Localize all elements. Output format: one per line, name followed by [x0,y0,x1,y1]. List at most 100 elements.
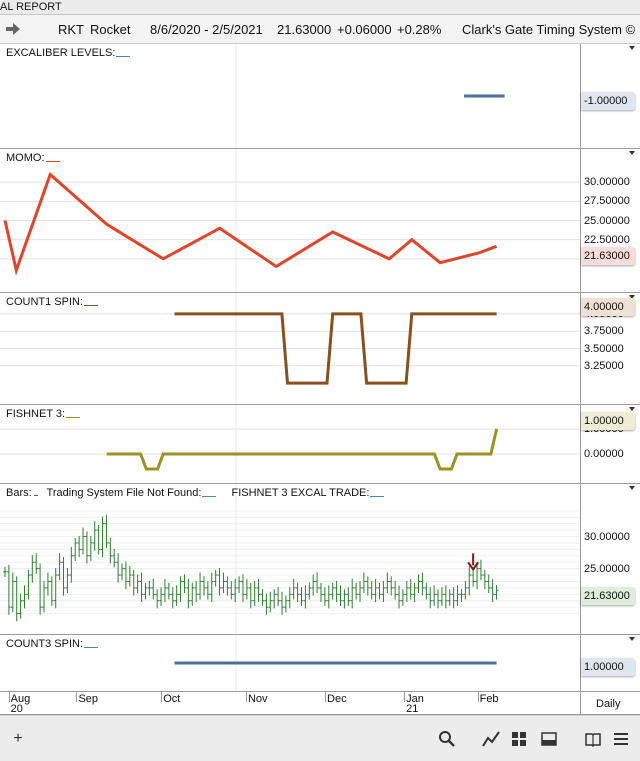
price-bar [57,553,62,581]
price-bar [490,578,495,603]
last-value-badge: 21.63000 [581,587,635,605]
price-bar [112,548,117,568]
price-bar [163,578,167,603]
last-price: 21.63000 [277,22,332,37]
price-bar [303,585,308,609]
price-bar [81,527,85,555]
price-bar [389,576,394,596]
month-separator [76,692,78,702]
price-bar [221,572,226,594]
price-bar [206,580,210,600]
search-icon[interactable] [438,730,456,748]
chevron-down-icon[interactable] [629,151,635,155]
price-bar [428,587,433,609]
chevron-down-icon[interactable] [629,486,635,490]
period-selector[interactable]: Daily [596,698,620,710]
price-bar [479,559,483,581]
price-bar [284,595,288,613]
x-year-label: 20 [10,703,23,715]
price-bar [116,553,120,583]
x-tick-label: Sep [78,693,99,705]
month-separator [8,692,10,702]
bottom-toolbar: + [0,715,640,761]
price-bar [323,587,327,606]
panel-title: Bars: Trading System File Not Found: FIS… [6,487,385,499]
price-bar [369,580,374,600]
book-icon[interactable] [584,730,602,748]
price-bar [338,585,343,606]
price-bar [143,582,148,600]
price-bar [424,582,429,600]
price-bar [260,589,265,606]
price-bar [178,576,183,603]
menu-icon[interactable] [612,730,630,748]
price-change-pct: +0.28% [397,22,442,37]
y-tick-label: 30.00000 [584,530,630,543]
price-bar [362,572,366,594]
price-bar [264,593,269,615]
price-bar [139,572,144,603]
y-tick-label: 27.50000 [584,195,630,208]
add-icon[interactable]: + [9,730,27,748]
fishnet-panel[interactable]: FISHNET 3: 1.000000.00000 1.00000 [0,405,640,484]
count1-spin-panel[interactable]: COUNT1 SPIN: 4.00000 3.75000 3.50000 3.2500… [0,293,640,405]
window-title: AL REPORT [0,1,62,13]
price-bar [381,580,386,603]
price-bar [248,582,253,609]
x-tick-label: Dec [327,693,347,705]
price-bar [299,587,304,606]
price-bar [463,580,468,600]
chevron-down-icon[interactable] [629,407,635,411]
price-bar [366,576,370,596]
month-separator [325,692,327,702]
price-bar [194,580,198,603]
line-chart-icon[interactable] [482,730,500,748]
price-bar [26,569,31,600]
price-bar [486,574,491,594]
price-bar [131,569,136,596]
count3-spin-panel[interactable]: COUNT3 SPIN: 1.00000 [0,635,640,692]
price-bars-panel[interactable]: Bars: Trading System File Not Found: FIS… [0,484,640,635]
time-axis: Aug 20 Sep Oct Nov Dec Jan 21 Feb Daily [0,692,640,715]
price-bar [451,587,456,609]
panel-title: COUNT1 SPIN: [6,296,99,308]
arrow-right-icon[interactable] [5,21,21,37]
chevron-down-icon[interactable] [629,637,635,641]
price-bar [291,578,296,600]
price-bar [50,576,54,606]
price-bar [89,535,93,561]
grid-icon[interactable] [510,730,528,748]
momo-panel[interactable]: MOMO: 30.0000027.5000025.0000022.5000020… [0,149,640,293]
price-bar [447,589,452,606]
price-bar [276,587,280,606]
month-separator [404,692,406,702]
price-bar [416,574,421,594]
panel-layout-icon[interactable] [540,730,558,748]
y-tick-label: 3.75000 [584,325,624,338]
price-bar [377,582,382,600]
price-bar [436,589,440,609]
price-bar [455,585,460,606]
x-tick-label: Feb [479,693,499,705]
price-bar [280,591,284,615]
price-bar [385,572,390,594]
y-tick-label: 3.25000 [584,359,624,372]
price-bar [342,589,347,609]
price-bar [108,537,113,564]
price-bar [209,572,214,603]
price-bar [252,580,257,606]
chevron-down-icon[interactable] [629,46,635,50]
x-tick-label: Nov [247,693,268,705]
series-line [3,171,498,276]
fishnet-plot [0,405,580,483]
excaliber-panel[interactable]: EXCALIBER LEVELS: -1.00000 [0,44,640,149]
price-bar [14,576,19,622]
price-bar [34,553,39,574]
price-bar [307,582,312,600]
price-bar [330,582,335,600]
price-bar [467,566,472,596]
price-bar [198,572,202,600]
price-bar [272,589,276,609]
price-bar [170,587,175,609]
price-bar [483,569,487,590]
